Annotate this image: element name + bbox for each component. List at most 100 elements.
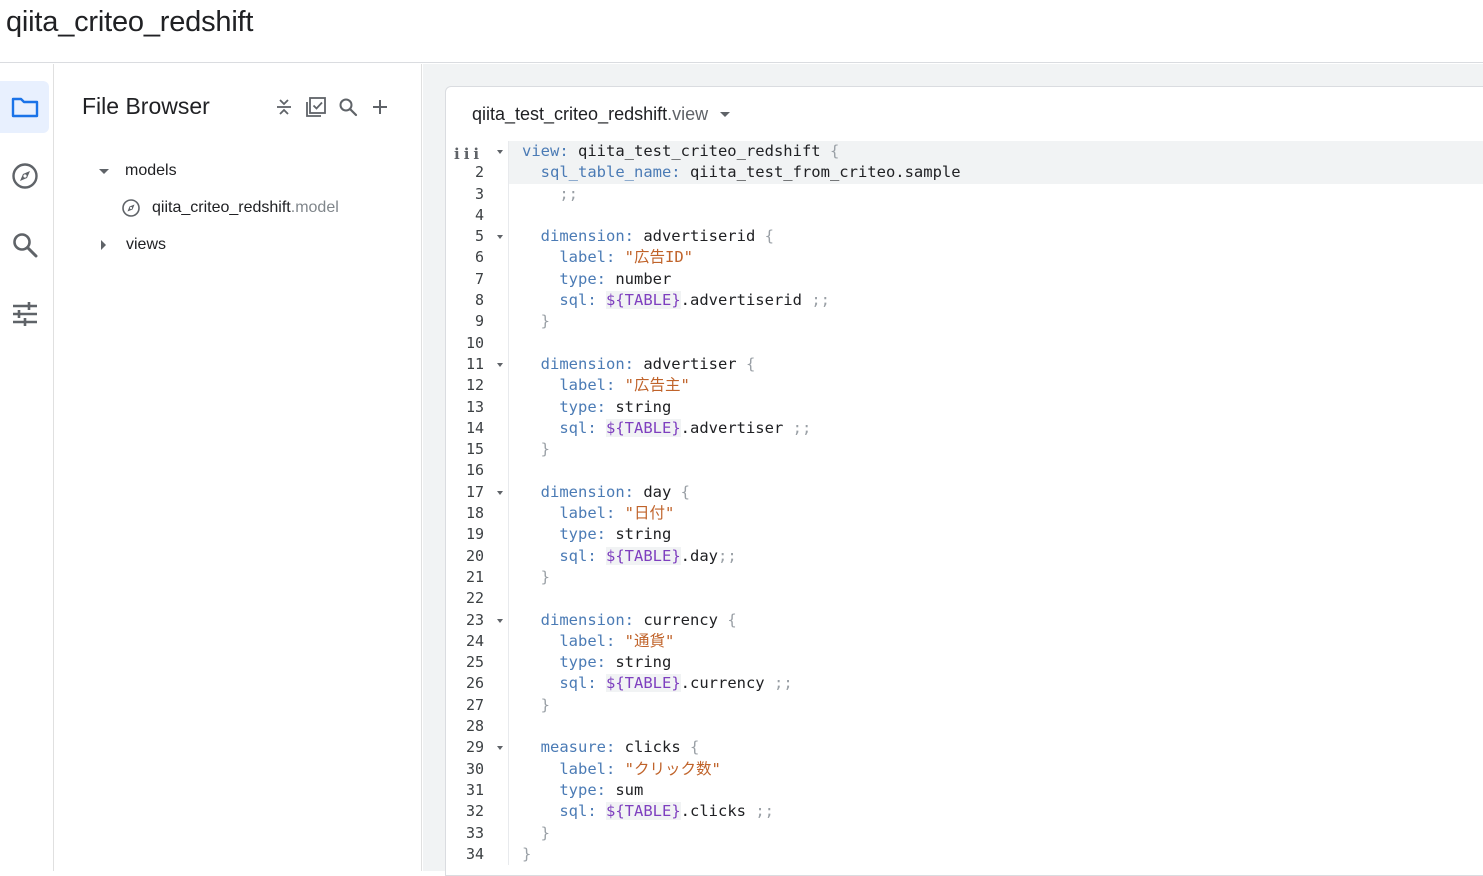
line-content: sql: ${TABLE}.clicks ;; — [522, 801, 774, 822]
code-token: ;; — [811, 291, 830, 310]
line-content: dimension: advertiser { — [522, 354, 756, 375]
code-line[interactable]: 25 type: string — [446, 652, 1483, 674]
code-line[interactable]: 5 dimension: advertiserid { — [446, 226, 1483, 248]
code-line[interactable]: 14 sql: ${TABLE}.advertiser ;; — [446, 417, 1483, 440]
code-token: { — [680, 482, 690, 501]
code-line[interactable]: ⅰ ⅰ ⅰ view: qiita_test_criteo_redshift { — [446, 141, 1483, 163]
code-line[interactable]: 30 label: "クリック数" — [446, 758, 1483, 780]
line-number: 33 — [465, 823, 484, 842]
compass-icon — [122, 199, 140, 217]
line-gutter: 27 — [446, 694, 509, 717]
code-token: number — [606, 269, 672, 288]
code-line[interactable]: 29 measure: clicks { — [446, 737, 1483, 759]
code-line[interactable]: 13 type: string — [446, 396, 1483, 418]
code-token: advertiserid — [633, 227, 765, 246]
search-files-button[interactable] — [337, 96, 359, 118]
line-content: label: "通貨" — [522, 631, 674, 652]
code-line[interactable]: 12 label: "広告主" — [446, 375, 1483, 397]
code-line[interactable]: 10 — [446, 332, 1483, 354]
code-line[interactable]: 6 label: "広告ID" — [446, 247, 1483, 269]
code-line[interactable]: 18 label: "日付" — [446, 503, 1483, 525]
fold-toggle-icon[interactable] — [497, 490, 503, 495]
fold-toggle-icon[interactable] — [497, 235, 503, 240]
line-number: 19 — [465, 525, 484, 544]
code-token: label: — [522, 504, 616, 523]
code-line[interactable]: 11 dimension: advertiser { — [446, 353, 1483, 376]
code-token: type: — [522, 269, 606, 288]
line-number: 28 — [465, 717, 484, 736]
code-token: qiita_test_from_criteo.sample — [680, 163, 961, 182]
code-line[interactable]: 20 sql: ${TABLE}.day;; — [446, 545, 1483, 567]
code-line[interactable]: 32 sql: ${TABLE}.clicks ;; — [446, 801, 1483, 823]
code-line[interactable]: 3 ;; — [446, 183, 1483, 205]
line-content: label: "クリック数" — [522, 759, 721, 780]
rail-settings-button[interactable] — [0, 288, 49, 340]
rail-explore-button[interactable] — [0, 150, 49, 202]
code-line[interactable]: 22 — [446, 588, 1483, 610]
code-token: type: — [522, 653, 606, 672]
tree-folder-views[interactable]: views — [101, 230, 166, 260]
line-number: 12 — [465, 376, 484, 395]
line-gutter: 25 — [446, 652, 509, 674]
code-token: ;; — [755, 802, 774, 821]
rail-search-button[interactable] — [0, 219, 49, 271]
fold-toggle-icon[interactable] — [497, 150, 503, 154]
select-files-button[interactable] — [305, 96, 327, 118]
folder-icon — [11, 97, 38, 118]
line-gutter: ⅰⅰⅰ — [446, 141, 509, 163]
code-token: sql_table_name: — [522, 163, 681, 182]
add-file-button[interactable] — [369, 96, 391, 118]
code-token: dimension: — [522, 610, 634, 629]
fold-toggle-icon[interactable] — [497, 746, 503, 751]
code-line[interactable]: 15 } — [446, 439, 1483, 461]
code-line[interactable]: 24 label: "通貨" — [446, 630, 1483, 653]
code-line[interactable]: 27 } — [446, 694, 1483, 717]
rail-file-browser-button[interactable] — [0, 81, 49, 133]
code-token: ${TABLE} — [606, 418, 681, 437]
code-line[interactable]: 19 type: string — [446, 524, 1483, 546]
line-content: } — [522, 823, 550, 844]
code-line[interactable]: 16 — [446, 460, 1483, 482]
code-line[interactable]: 33 } — [446, 822, 1483, 844]
collapse-all-button[interactable] — [273, 96, 295, 118]
code-line[interactable]: 26 sql: ${TABLE}.currency ;; — [446, 673, 1483, 695]
fold-toggle-icon[interactable] — [497, 362, 503, 367]
code-line[interactable]: 28 — [446, 716, 1483, 738]
code-line[interactable]: 34} — [446, 843, 1483, 866]
code-line[interactable]: 2 sql_table_name: qiita_test_from_criteo… — [446, 162, 1483, 184]
search-icon — [12, 233, 37, 258]
code-line[interactable]: 4 — [446, 204, 1483, 227]
code-line[interactable]: 23 dimension: currency { — [446, 609, 1483, 631]
line-gutter: 23 — [446, 609, 509, 631]
search-icon — [339, 98, 358, 117]
line-content: dimension: day { — [522, 482, 690, 503]
line-content: sql_table_name: qiita_test_from_criteo.s… — [522, 162, 961, 183]
line-gutter: 19 — [446, 524, 509, 546]
code-line[interactable]: 8 sql: ${TABLE}.advertiserid ;; — [446, 290, 1483, 312]
code-line[interactable]: 21 } — [446, 566, 1483, 589]
line-content: type: string — [522, 652, 671, 673]
line-number: 6 — [474, 248, 484, 267]
line-gutter: 22 — [446, 588, 509, 610]
code-line[interactable]: 17 dimension: day { — [446, 481, 1483, 504]
code-token: { — [764, 227, 774, 246]
line-number: 13 — [465, 397, 484, 416]
line-number: 22 — [465, 589, 484, 608]
line-content: label: "日付" — [522, 503, 674, 524]
code-token: "広告主" — [615, 376, 690, 395]
code-line[interactable]: 31 type: sum — [446, 779, 1483, 802]
code-token: label: — [522, 376, 616, 395]
code-editor[interactable]: ⅰ ⅰ ⅰ view: qiita_test_criteo_redshift {2 s… — [446, 141, 1483, 866]
code-token: label: — [522, 631, 616, 650]
code-token: } — [522, 844, 532, 863]
line-number: 29 — [465, 738, 484, 757]
file-tab[interactable]: qiita_test_criteo_redshift .view — [472, 104, 731, 125]
line-gutter: 4 — [446, 204, 509, 227]
code-token: advertiser — [633, 354, 746, 373]
tree-folder-models[interactable]: models — [99, 156, 177, 186]
code-token: currency — [633, 610, 728, 629]
code-line[interactable]: 9 } — [446, 311, 1483, 333]
code-line[interactable]: 7 type: number — [446, 268, 1483, 291]
fold-toggle-icon[interactable] — [497, 618, 503, 623]
tree-file-model[interactable]: qiita_criteo_redshift.model — [121, 193, 339, 223]
